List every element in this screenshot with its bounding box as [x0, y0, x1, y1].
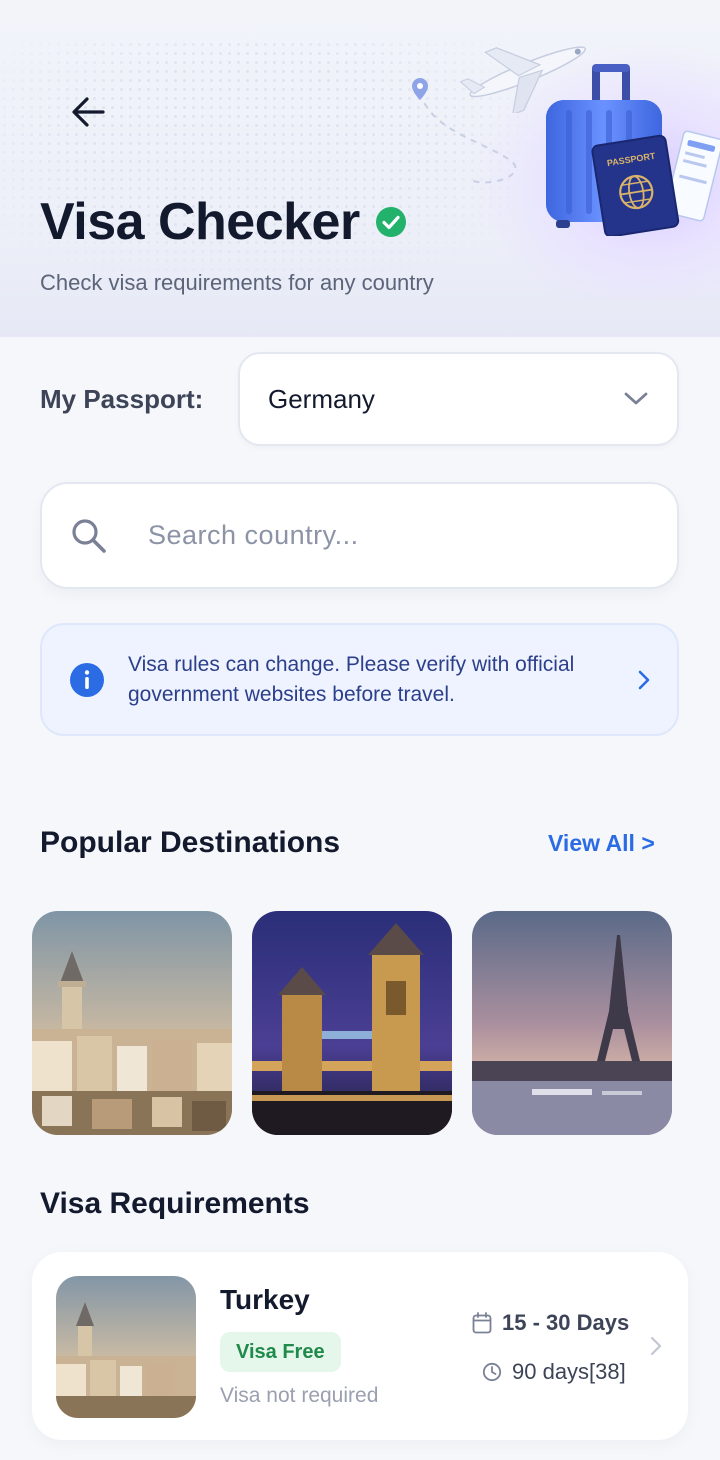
- back-arrow-icon: [72, 97, 105, 127]
- info-notice[interactable]: Visa rules can change. Please verify wit…: [40, 623, 679, 736]
- passport-selected-value: Germany: [268, 383, 375, 414]
- country-thumbnail: [56, 1276, 196, 1418]
- validity-period: 90 days[38]: [482, 1359, 626, 1385]
- back-button[interactable]: [60, 88, 116, 136]
- destination-card-istanbul[interactable]: [32, 911, 232, 1135]
- notice-text: Visa rules can change. Please verify wit…: [128, 652, 575, 706]
- destination-card-london[interactable]: [252, 911, 452, 1135]
- page-subtitle: Check visa requirements for any country: [40, 270, 434, 295]
- passport-dropdown[interactable]: Germany: [238, 352, 679, 446]
- clock-icon: [482, 1362, 502, 1382]
- turkey-image: [56, 1276, 196, 1418]
- search-input[interactable]: [148, 520, 588, 551]
- visa-requirement-card[interactable]: Turkey Visa Free Visa not required 15 - …: [32, 1252, 688, 1440]
- calendar-icon: [472, 1312, 492, 1334]
- paris-image: [472, 911, 672, 1135]
- popular-destinations-title: Popular Destinations: [40, 826, 341, 859]
- passport-icon: PASSPORT: [591, 134, 680, 236]
- validity-text: 90 days[38]: [512, 1359, 626, 1384]
- istanbul-image: [32, 911, 232, 1135]
- chevron-right-icon: [650, 1336, 662, 1356]
- passport-label: My Passport:: [40, 384, 204, 414]
- verified-check-icon: [375, 207, 406, 237]
- stay-duration-text: 15 - 30 Days: [502, 1310, 630, 1335]
- info-icon: [70, 662, 104, 697]
- page-title: Visa Checker: [40, 193, 360, 251]
- country-name: Turkey: [220, 1284, 310, 1315]
- search-icon: [72, 518, 106, 553]
- london-image: [252, 911, 452, 1135]
- chevron-down-icon: [624, 392, 648, 405]
- visa-note: Visa not required: [220, 1384, 379, 1407]
- stay-duration: 15 - 30 Days: [472, 1310, 629, 1336]
- destination-card-paris[interactable]: [472, 911, 672, 1135]
- search-box[interactable]: [40, 482, 679, 589]
- chevron-right-icon: [638, 670, 650, 690]
- visa-requirements-title: Visa Requirements: [40, 1187, 310, 1220]
- title-row: Visa Checker: [40, 192, 406, 252]
- view-all-link[interactable]: View All >: [548, 830, 655, 857]
- visa-status-badge: Visa Free: [220, 1332, 341, 1372]
- hero-header: PASSPORT Visa Checker Check visa require…: [0, 0, 720, 337]
